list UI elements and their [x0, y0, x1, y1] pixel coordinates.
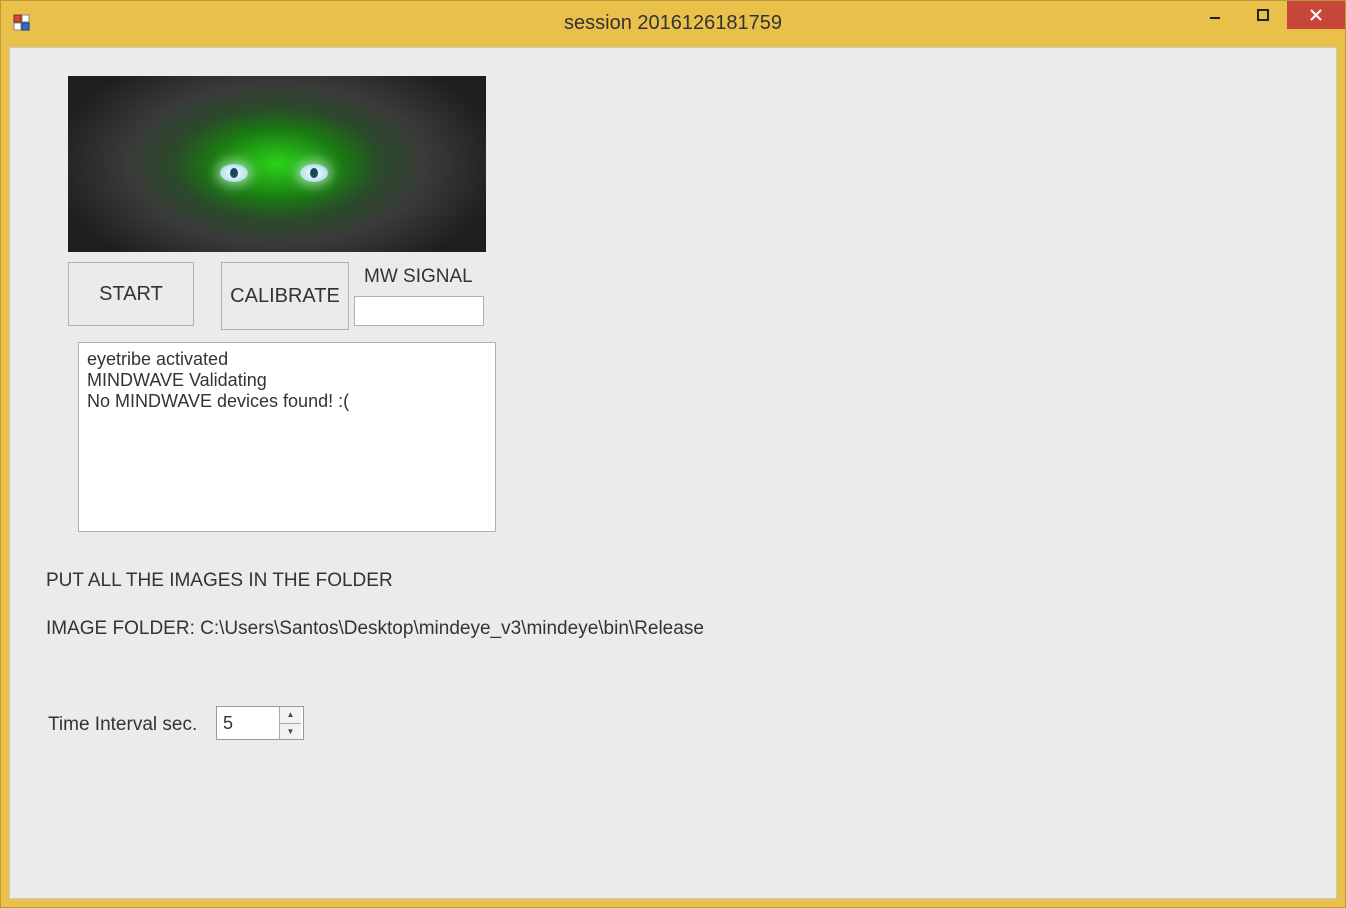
close-button[interactable] [1287, 1, 1345, 29]
window-controls [1191, 1, 1345, 31]
time-interval-label: Time Interval sec. [48, 714, 197, 736]
minimize-button[interactable] [1191, 1, 1239, 29]
image-folder-path: IMAGE FOLDER: C:\Users\Santos\Desktop\mi… [46, 618, 704, 640]
spinner-down-button[interactable]: ▼ [280, 724, 301, 740]
start-button[interactable]: START [68, 262, 194, 326]
mw-signal-input[interactable] [354, 296, 484, 326]
app-icon [13, 14, 31, 32]
maximize-button[interactable] [1239, 1, 1287, 29]
client-area: START CALIBRATE MW SIGNAL PUT ALL THE IM… [9, 47, 1337, 899]
eye-tracker-image [68, 76, 486, 252]
time-interval-input[interactable] [217, 707, 279, 739]
instruction-put-images: PUT ALL THE IMAGES IN THE FOLDER [46, 570, 393, 592]
mw-signal-label: MW SIGNAL [364, 266, 473, 288]
spinner-up-button[interactable]: ▲ [280, 707, 301, 724]
log-output[interactable] [78, 342, 496, 532]
calibrate-button[interactable]: CALIBRATE [221, 262, 349, 330]
eye-right-icon [300, 164, 328, 182]
titlebar[interactable]: session 2016126181759 [1, 1, 1345, 45]
window-title: session 2016126181759 [564, 12, 782, 35]
app-window: session 2016126181759 START CALIBRATE MW… [0, 0, 1346, 908]
eye-left-icon [220, 164, 248, 182]
time-interval-stepper[interactable]: ▲ ▼ [216, 706, 304, 740]
